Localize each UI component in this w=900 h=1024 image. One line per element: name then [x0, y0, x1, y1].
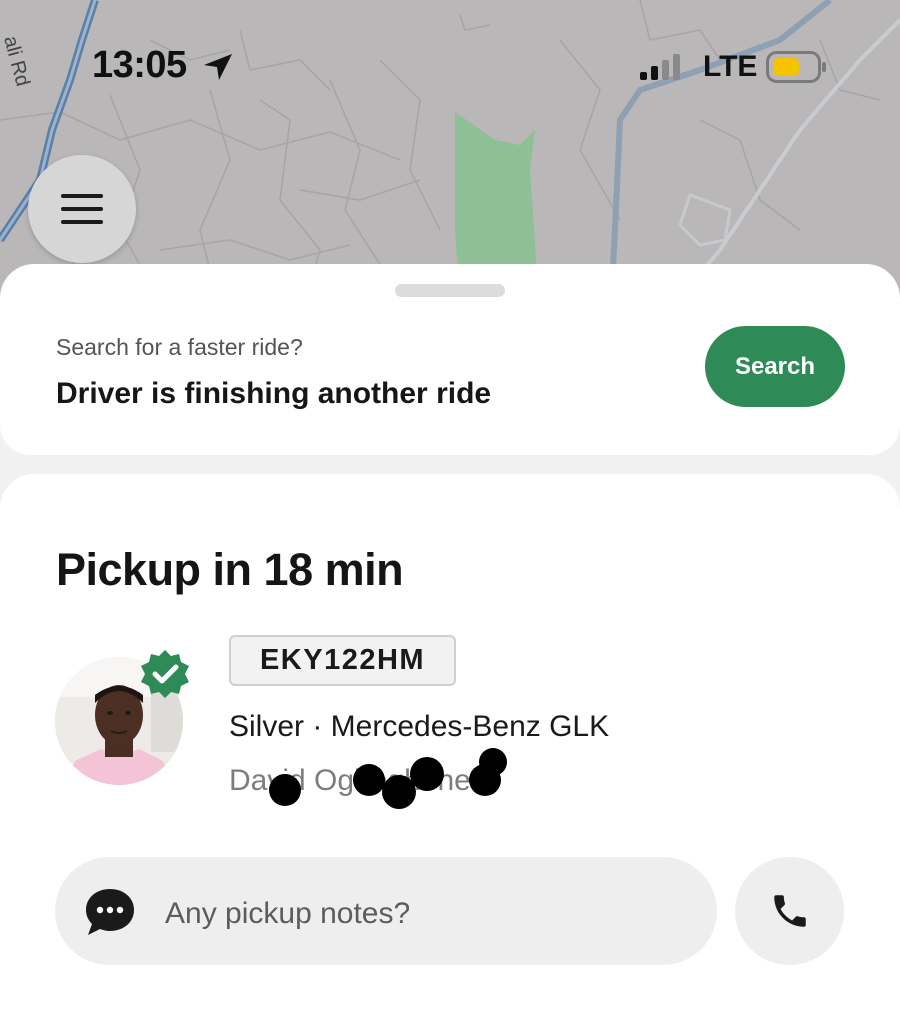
cellular-signal-icon [640, 54, 680, 80]
chat-bubble-icon [86, 889, 134, 935]
ride-prompt-card: Search for a faster ride? Driver is fini… [0, 264, 900, 455]
hamburger-menu-icon [61, 194, 103, 224]
name-redaction-marks [269, 748, 507, 809]
battery-icon [766, 51, 826, 83]
verified-badge-icon [141, 650, 189, 698]
pickup-eta-title: Pickup in 18 min [56, 544, 404, 595]
driver-status-text: Driver is finishing another ride [56, 377, 492, 410]
pickup-notes-placeholder: Any pickup notes? [165, 897, 411, 930]
status-time: 13:05 [92, 44, 187, 86]
pickup-notes-input[interactable]: Any pickup notes? [55, 857, 717, 965]
network-type: LTE [703, 50, 758, 83]
pickup-card: Pickup in 18 min EKY122HM Silver · Merce… [0, 474, 900, 1024]
license-plate: EKY122HM [229, 635, 456, 686]
street-label: ali Rd [0, 34, 34, 89]
search-button[interactable]: Search [705, 326, 845, 407]
menu-button[interactable] [28, 155, 136, 263]
faster-ride-hint: Search for a faster ride? [56, 334, 303, 360]
call-driver-button[interactable] [735, 857, 844, 965]
sheet-drag-handle[interactable] [395, 284, 505, 297]
vehicle-description: Silver · Mercedes-Benz GLK [229, 710, 610, 743]
ride-status-screen: ali Rd 13:05 LTE Search for a faster rid… [0, 0, 900, 1024]
phone-icon [773, 895, 806, 927]
location-arrow-icon [204, 54, 232, 80]
